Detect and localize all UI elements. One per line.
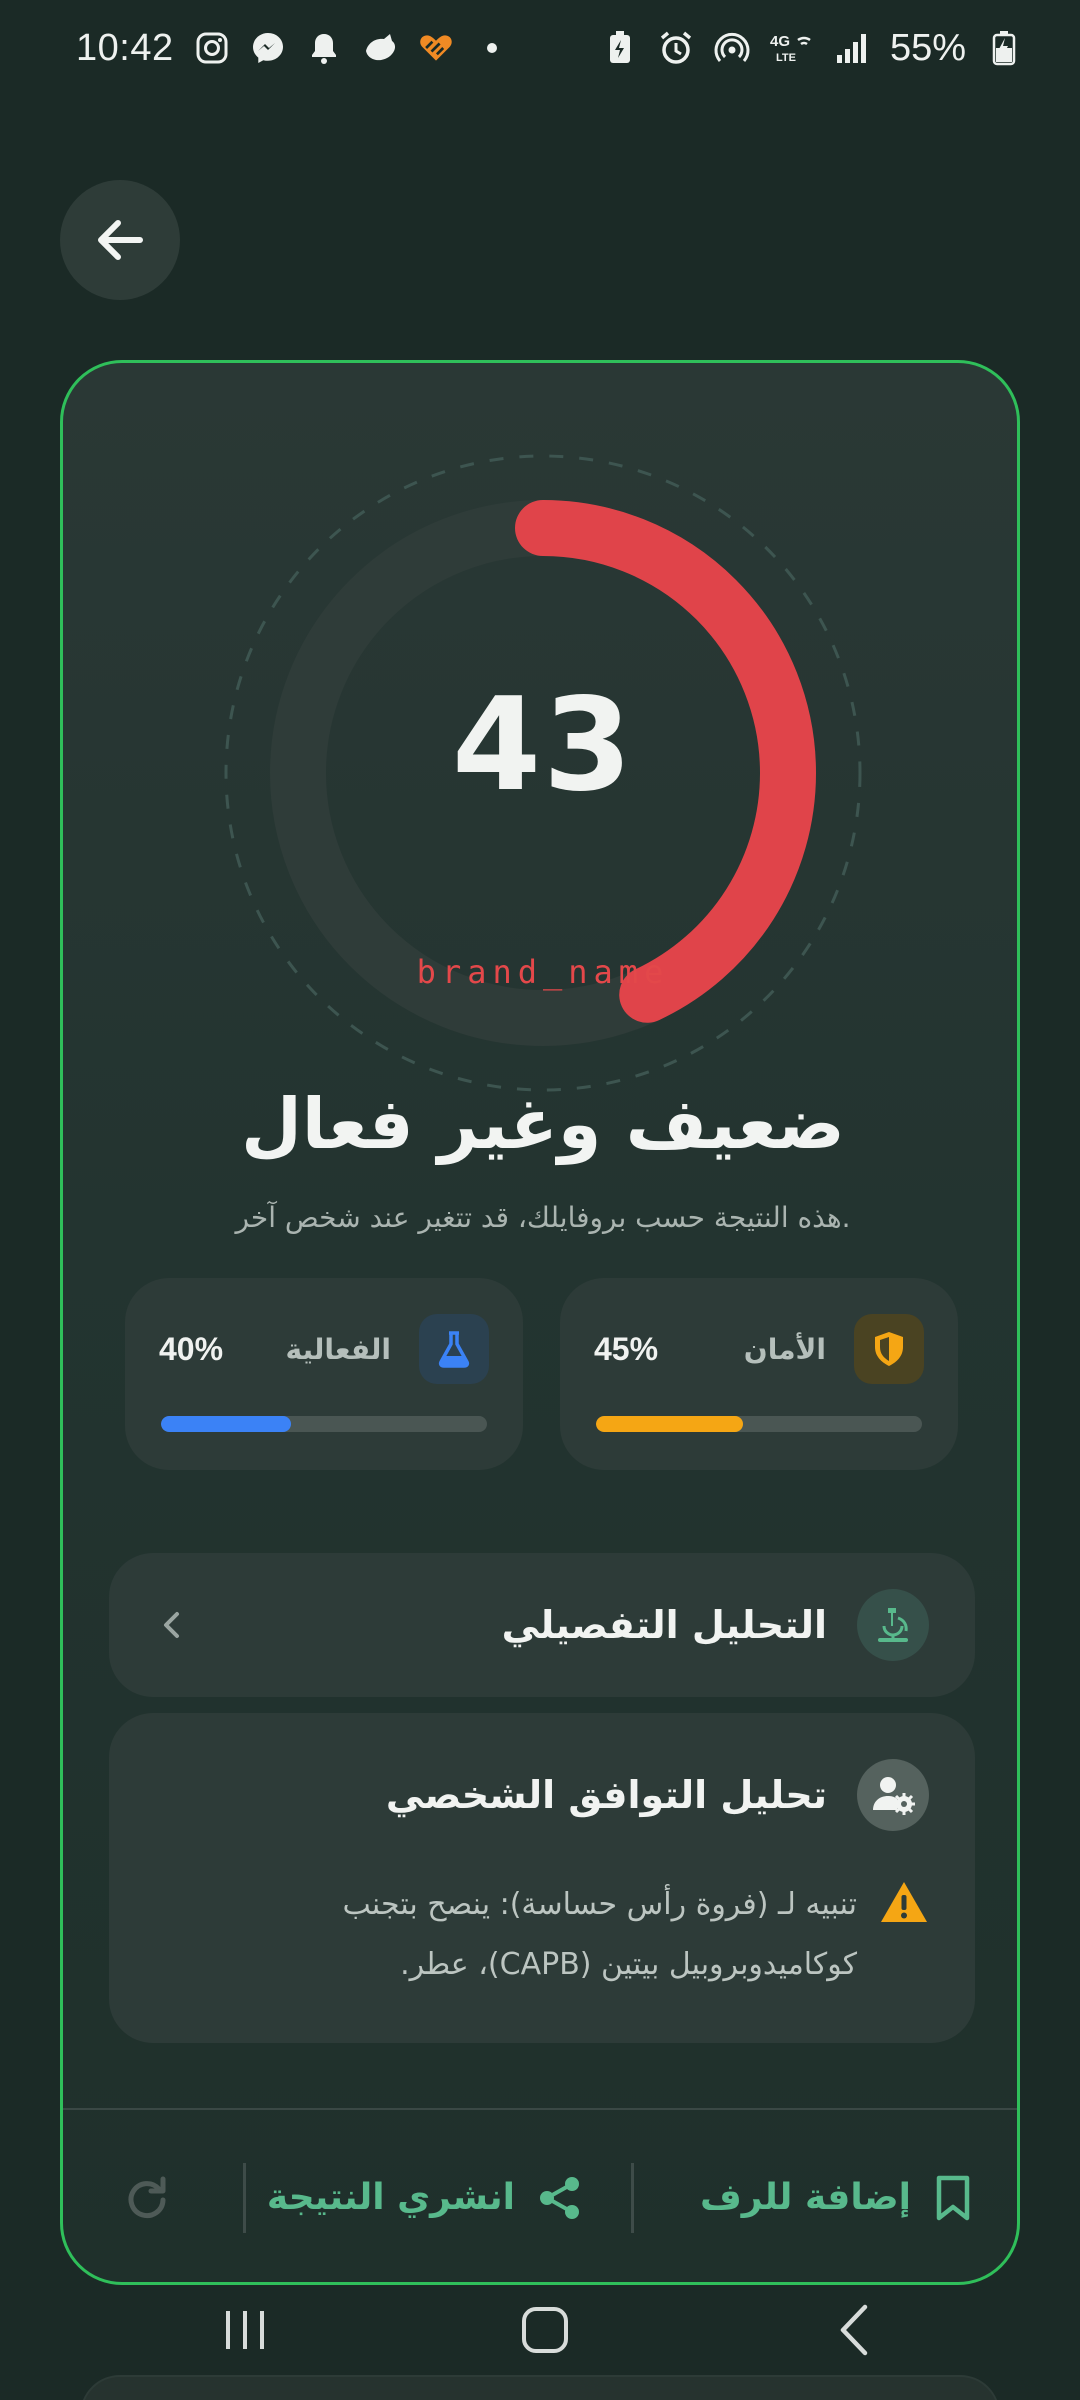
- battery-saver-icon: [602, 30, 638, 66]
- compatibility-header: تحليل التوافق الشخصي: [386, 1759, 929, 1831]
- safety-progress-fill: [596, 1416, 743, 1432]
- back-button[interactable]: [60, 180, 180, 300]
- efficacy-progress-track: [161, 1416, 487, 1432]
- share-icon: [540, 2176, 579, 2219]
- score-gauge: 43 brand_name: [223, 453, 863, 1093]
- compatibility-title: تحليل التوافق الشخصي: [385, 1773, 827, 1817]
- bell-icon: [306, 30, 342, 66]
- chevron-left-icon: [164, 1612, 179, 1638]
- bookmark-icon: [936, 2175, 970, 2220]
- safety-metric: الأمان 45%: [560, 1278, 958, 1470]
- result-card: 43 brand_name ضعيف وغير فعال هذه النتيجة…: [60, 360, 1020, 2285]
- app-bird-icon: [362, 30, 398, 66]
- warning-line-2: كوكاميدوبروبيل بيتين (CAPB)، عطر.: [400, 1947, 857, 1982]
- safety-progress-track: [596, 1416, 922, 1432]
- signal-icon: [834, 30, 870, 66]
- efficacy-metric: الفعالية 40%: [125, 1278, 523, 1470]
- refresh-button[interactable]: [123, 2110, 169, 2282]
- battery-charging-icon: [986, 30, 1022, 66]
- shield-icon: [854, 1314, 924, 1384]
- brand-name: brand_name: [416, 953, 670, 991]
- share-result-label: انشري النتيجة: [266, 2177, 515, 2218]
- network-4g-icon: 4G LTE: [770, 30, 814, 66]
- share-result-button[interactable]: انشري النتيجة: [266, 2110, 583, 2282]
- arrow-left-icon: [98, 220, 143, 260]
- safety-label: الأمان: [743, 1332, 826, 1366]
- detailed-analysis-title: التحليل التفصيلي: [501, 1603, 827, 1647]
- status-right: 4G LTE 55%: [602, 27, 1022, 70]
- personal-compatibility-card: تحليل التوافق الشخصي تنبيه لـ (فروة رأس …: [109, 1713, 975, 2043]
- recents-button[interactable]: [190, 2290, 300, 2370]
- messenger-icon: [250, 30, 286, 66]
- status-time: 10:42: [76, 26, 174, 69]
- instagram-icon: [194, 30, 230, 66]
- network-label: 4G: [770, 33, 790, 50]
- battery-percent: 55%: [889, 26, 966, 69]
- home-button[interactable]: [490, 2290, 600, 2370]
- efficacy-value: 40%: [159, 1330, 224, 1367]
- detailed-analysis-row[interactable]: التحليل التفصيلي: [109, 1553, 975, 1697]
- system-nav-bar: [0, 2290, 1080, 2370]
- warning-icon: [881, 1882, 927, 1922]
- home-icon: [522, 2307, 568, 2353]
- compatibility-warning-text: تنبيه لـ (فروة رأس حساسة): ينصح بتجنب كو…: [342, 1875, 857, 1995]
- status-left: 10:42: [76, 27, 510, 70]
- add-to-shelf-button[interactable]: إضافة للرف: [699, 2110, 973, 2282]
- alarm-icon: [658, 30, 694, 66]
- nav-back-icon: [840, 2304, 868, 2356]
- svg-text:LTE: LTE: [776, 52, 796, 64]
- verdict-title: ضعيف وغير فعال: [241, 1083, 845, 1165]
- warning-line-1: تنبيه لـ (فروة رأس حساسة): ينصح بتجنب: [342, 1887, 857, 1922]
- microscope-icon: [857, 1589, 929, 1661]
- verdict-note: هذه النتيجة حسب بروفايلك، قد تتغير عند ش…: [235, 1201, 851, 1234]
- action-separator: [243, 2163, 246, 2233]
- safety-value: 45%: [594, 1330, 659, 1367]
- add-to-shelf-label: إضافة للرف: [699, 2177, 911, 2218]
- compatibility-warning: تنبيه لـ (فروة رأس حساسة): ينصح بتجنب كو…: [169, 1875, 929, 1995]
- dot-icon: [474, 30, 510, 66]
- efficacy-label: الفعالية: [285, 1332, 391, 1366]
- score-value: 43: [451, 671, 635, 820]
- efficacy-metric-header: الفعالية 40%: [159, 1314, 489, 1384]
- nav-back-button[interactable]: [800, 2290, 910, 2370]
- safety-metric-header: الأمان 45%: [594, 1314, 924, 1384]
- recents-icon: [226, 2311, 264, 2349]
- status-bar: 10:42 4G LTE 55%: [0, 0, 1080, 96]
- heart-app-icon: [418, 30, 454, 66]
- user-gear-icon: [857, 1759, 929, 1831]
- flask-icon: [419, 1314, 489, 1384]
- bottom-sheet-peek: [80, 2375, 1000, 2400]
- efficacy-progress-fill: [161, 1416, 292, 1432]
- refresh-icon: [128, 2176, 166, 2218]
- action-separator: [631, 2163, 634, 2233]
- hotspot-icon: [714, 30, 750, 66]
- action-bar: إضافة للرف انشري النتيجة: [63, 2110, 1017, 2282]
